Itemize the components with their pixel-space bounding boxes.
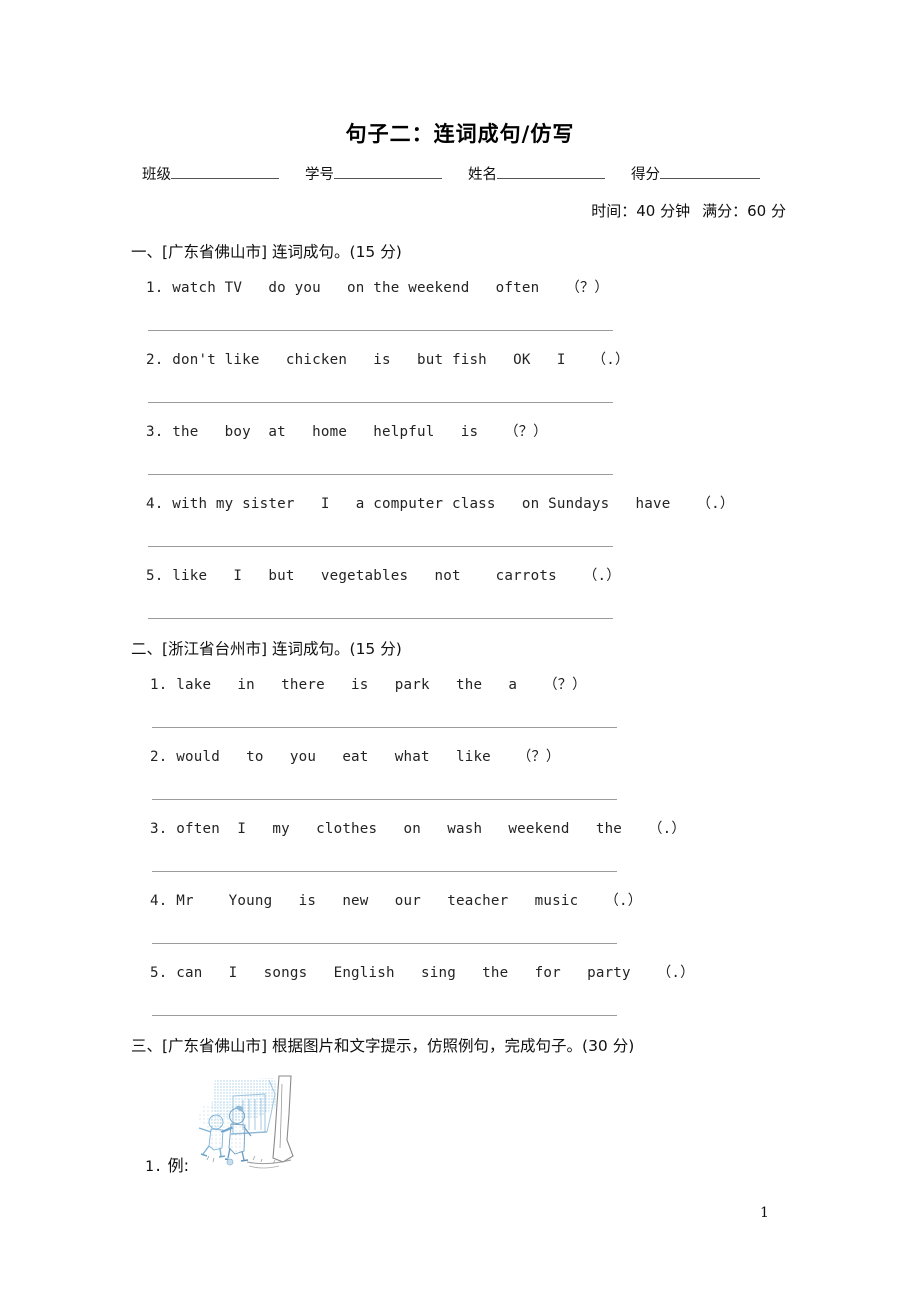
student-id-label: 学号: [305, 167, 334, 183]
example-number: 1.: [145, 1159, 163, 1175]
question-item: 5. can I songs English sing the for part…: [150, 965, 695, 981]
answer-line[interactable]: [148, 330, 613, 331]
answer-line[interactable]: [148, 474, 613, 475]
class-field[interactable]: 班级: [142, 163, 279, 184]
answer-line[interactable]: [148, 618, 613, 619]
section-heading-2: 二、[浙江省台州市] 连词成句。(15 分): [131, 640, 402, 658]
question-item: 5. like I but vegetables not carrots （.）: [146, 568, 621, 584]
score-blank[interactable]: [660, 164, 760, 179]
question-item: 3. the boy at home helpful is （？）: [146, 424, 548, 440]
score-field[interactable]: 得分: [631, 163, 760, 184]
answer-line[interactable]: [148, 402, 613, 403]
total-label: 满分：: [702, 202, 748, 220]
answer-line[interactable]: [148, 546, 613, 547]
example-label: 例:: [167, 1156, 189, 1175]
total-value: 60 分: [747, 202, 786, 220]
time-value: 40 分钟: [636, 202, 691, 220]
question-item: 2. would to you eat what like （？）: [150, 749, 561, 765]
page-number: 1: [760, 1205, 769, 1221]
question-item: 1. lake in there is park the a （？）: [150, 677, 587, 693]
worksheet-page: 句子二：连词成句/仿写 班级 学号 姓名 得分 时间：40 分钟 满分：60 分 一、[…: [0, 0, 920, 1302]
section-heading-1: 一、[广东省佛山市] 连词成句。(15 分): [131, 243, 402, 261]
example-prompt: 1. 例:: [145, 1152, 189, 1176]
student-id-blank[interactable]: [334, 164, 442, 179]
question-item: 3. often I my clothes on wash weekend th…: [150, 821, 686, 837]
section-heading-3: 三、[广东省佛山市] 根据图片和文字提示，仿照例句，完成句子。(30 分): [131, 1037, 635, 1055]
answer-line[interactable]: [152, 799, 617, 800]
page-title: 句子二：连词成句/仿写: [345, 122, 575, 146]
name-field[interactable]: 姓名: [468, 163, 605, 184]
name-blank[interactable]: [497, 164, 605, 179]
class-label: 班级: [142, 167, 171, 183]
class-blank[interactable]: [171, 164, 279, 179]
student-id-field[interactable]: 学号: [305, 163, 442, 184]
exam-meta-row: 时间：40 分钟 满分：60 分: [0, 200, 786, 221]
question-item: 1. watch TV do you on the weekend often …: [146, 280, 609, 296]
answer-line[interactable]: [152, 943, 617, 944]
children-playing-near-tree-icon: [187, 1074, 301, 1180]
student-info-row: 班级 学号 姓名 得分: [142, 163, 802, 184]
time-label: 时间：: [591, 202, 637, 220]
answer-line[interactable]: [152, 727, 617, 728]
question-item: 4. Mr Young is new our teacher music （.）: [150, 893, 643, 909]
name-label: 姓名: [468, 167, 497, 183]
question-item: 4. with my sister I a computer class on …: [146, 496, 735, 512]
answer-line[interactable]: [152, 871, 617, 872]
score-label: 得分: [631, 167, 660, 183]
answer-line[interactable]: [152, 1015, 617, 1016]
question-item: 2. don't like chicken is but fish OK I （…: [146, 352, 630, 368]
